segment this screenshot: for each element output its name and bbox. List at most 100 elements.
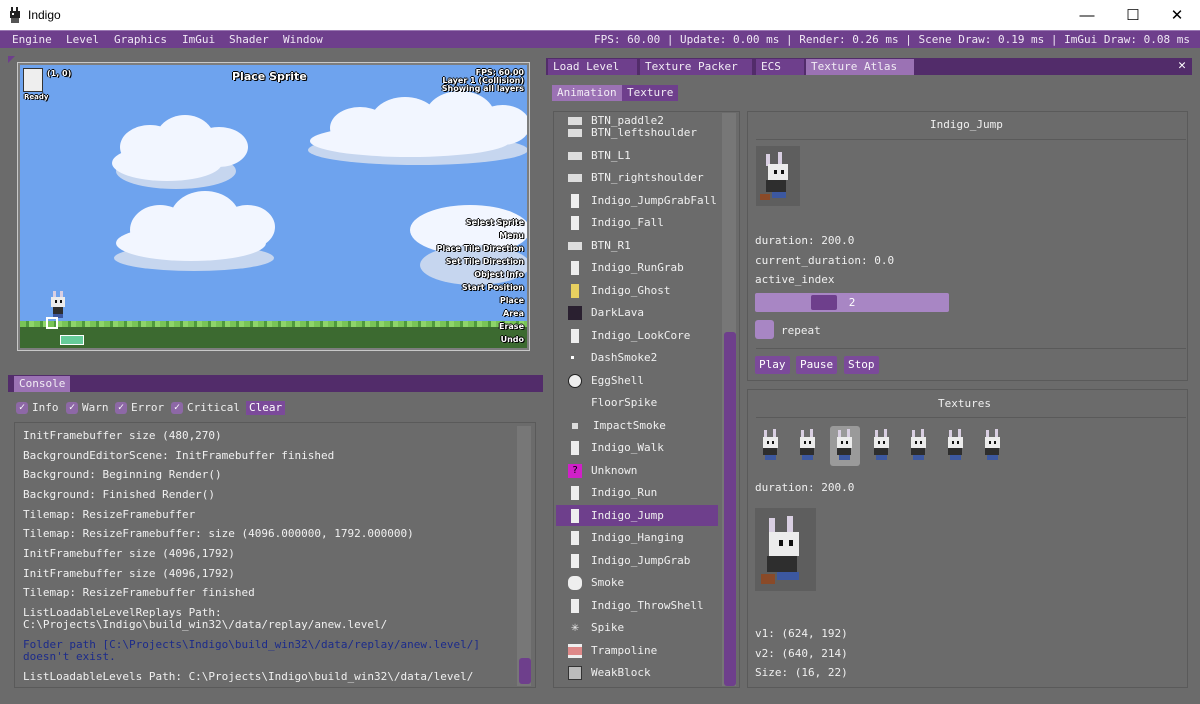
close-panel-icon[interactable]: ✕ [1178,58,1186,73]
tab-texture-packer[interactable]: Texture Packer [640,59,752,75]
hint-start-position: Start Position [461,283,524,292]
hint-menu: Menu [499,231,524,240]
hint-place-tile-direction: Place Tile Direction [436,244,524,253]
repeat-checkbox[interactable] [755,320,774,339]
animation-list[interactable]: BTN_paddle2 BTN_leftshoulder BTN_L1 BTN_… [553,111,740,688]
indigo-sprite-icon [571,508,579,523]
list-item[interactable]: Indigo_JumpGrab [556,550,718,571]
texture-frame[interactable] [941,426,971,466]
hint-undo: Undo [500,335,524,344]
list-item[interactable]: BTN_R1 [556,235,718,256]
minimize-button[interactable]: — [1064,0,1110,30]
list-item[interactable]: DarkLava [556,302,718,323]
list-item[interactable]: Indigo_Hanging [556,527,718,548]
list-item[interactable]: ? Unknown [556,460,718,481]
log-line: InitFramebuffer size (4096,1792) [23,547,235,560]
ghost-icon [571,283,579,298]
list-item[interactable]: Indigo_LookCore [556,325,718,346]
spike-icon: ✳ [571,619,579,635]
subtab-animation[interactable]: Animation [552,85,622,101]
hint-select-sprite: Select Sprite [465,218,524,227]
dark-lava-icon [568,305,582,320]
list-item[interactable]: Smoke [556,572,718,593]
divider [756,139,1186,140]
list-item-selected[interactable]: Indigo_Jump [556,505,718,526]
list-item[interactable]: Indigo_Run [556,482,718,503]
filter-error-checkbox[interactable]: ✓ Error [115,401,164,414]
list-item[interactable]: BTN_L1 [556,145,718,166]
filter-warn-checkbox[interactable]: ✓ Warn [66,401,109,414]
list-item[interactable]: EggShell [556,370,718,391]
list-item[interactable]: DashSmoke2 [556,347,718,368]
texture-frame[interactable] [904,426,934,466]
list-item[interactable]: Indigo_Ghost [556,280,718,301]
menu-level[interactable]: Level [66,33,99,46]
list-item[interactable]: FloorSpike [556,392,718,413]
texture-frame[interactable] [756,426,786,466]
app-icon [10,7,20,23]
smoke-dot-icon [571,356,574,359]
menu-graphics[interactable]: Graphics [114,33,167,46]
list-item[interactable]: WeakBlock [556,662,718,683]
texture-frame-selected[interactable] [830,426,860,466]
tile-cursor [60,335,84,345]
log-line: Background: Finished Render() [23,488,216,501]
indigo-sprite-icon [571,215,579,230]
subtab-texture[interactable]: Texture [622,85,679,101]
log-line: BackgroundEditorScene: InitFramebuffer f… [23,449,335,462]
list-scrollbar-thumb[interactable] [724,332,736,686]
menu-window[interactable]: Window [283,33,323,46]
list-item[interactable]: Indigo_RunGrab [556,257,718,278]
scene-layer-visibility: Showing all layers [441,84,524,93]
active-index-slider[interactable]: 2 [755,293,949,312]
avatar-icon [23,68,43,92]
menu-shader[interactable]: Shader [229,33,269,46]
check-icon: ✓ [16,401,28,414]
tab-texture-atlas[interactable]: Texture Atlas [806,59,914,75]
stop-button[interactable]: Stop [844,356,879,374]
hint-set-tile-direction: Set Tile Direction [445,257,524,266]
close-window-button[interactable]: ✕ [1154,0,1200,30]
list-item[interactable]: Indigo_JumpGrabFallF [556,190,718,211]
list-item[interactable]: Indigo_Walk [556,437,718,458]
texture-frame[interactable] [978,426,1008,466]
textures-title: Textures [938,397,991,410]
check-icon: ✓ [66,401,78,414]
tab-console[interactable]: Console [14,376,71,392]
console-scrollbar[interactable] [517,426,531,686]
filter-critical-checkbox[interactable]: ✓ Critical [171,401,240,414]
list-item[interactable]: Indigo_Fall [556,212,718,233]
play-button[interactable]: Play [755,356,790,374]
list-item[interactable]: Trampoline [556,640,718,661]
button-glyph-icon [568,128,582,137]
list-item[interactable]: Indigo_ThrowShell [556,595,718,616]
texture-frame[interactable] [793,426,823,466]
console-log[interactable]: InitFramebuffer size (480,270) Backgroun… [14,422,536,688]
tab-load-level[interactable]: Load Level [548,59,637,75]
tab-ecs[interactable]: ECS [756,59,804,75]
texture-frame[interactable] [867,426,897,466]
log-line: C:\Projects\Indigo\build_win32\/data/rep… [23,618,388,631]
filter-info-checkbox[interactable]: ✓ Info [16,401,59,414]
console-tab-bar: Console [8,375,543,392]
scene-canvas[interactable]: Ready (1, 0) Place Sprite FPS: 60.00 Lay… [20,65,527,348]
hint-place: Place [499,296,524,305]
filter-info-label: Info [32,401,59,414]
list-item[interactable]: ImpactSmoke [556,415,718,436]
log-line: Tilemap: ResizeFramebuffer: size (4096.0… [23,527,414,540]
list-item[interactable]: ✳ Spike [556,617,718,638]
list-item[interactable]: BTN_rightshoulder [556,167,718,188]
scene-viewport[interactable]: Ready (1, 0) Place Sprite FPS: 60.00 Lay… [17,62,530,351]
texture-size: Size: (16, 22) [755,666,848,679]
list-item[interactable]: BTN_leftshoulder [556,122,718,143]
current-duration-label: current_duration: 0.0 [755,254,895,267]
menu-engine[interactable]: Engine [12,33,52,46]
log-line: Tilemap: ResizeFramebuffer finished [23,586,255,599]
menu-imgui[interactable]: ImGui [182,33,215,46]
log-line-error: doesn't exist. [23,650,116,663]
maximize-button[interactable]: ☐ [1110,0,1156,30]
clear-button[interactable]: Clear [246,401,286,415]
pause-button[interactable]: Pause [796,356,838,374]
frame-duration-label: duration: 200.0 [755,481,855,494]
console-scrollbar-thumb[interactable] [519,658,531,684]
